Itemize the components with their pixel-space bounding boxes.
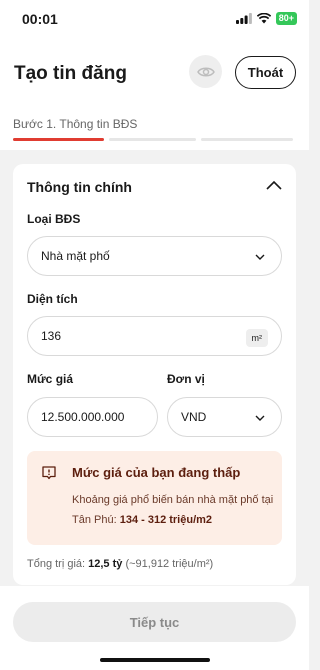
low-price-alert: Mức giá của bạn đang thấp Khoảng giá phổ… <box>27 451 282 545</box>
chevron-up-icon[interactable] <box>266 180 282 190</box>
alert-title: Mức giá của bạn đang thấp <box>72 465 241 480</box>
currency-value: VND <box>181 410 207 424</box>
price-input[interactable]: 12.500.000.000 <box>27 397 158 437</box>
area-input[interactable]: 136 m² <box>27 316 282 356</box>
total-label: Tổng trị giá: <box>27 558 89 570</box>
price-label: Mức giá <box>27 372 74 386</box>
total-amount: 12,5 tỷ <box>88 558 123 570</box>
property-type-label: Loại BĐS <box>27 212 81 226</box>
property-type-select[interactable]: Nhà mặt phố <box>27 236 282 276</box>
total-value: Tổng trị giá: 12,5 tỷ (~91,912 triệu/m²) <box>27 558 213 570</box>
alert-price-range: 134 - 312 triệu/m2 <box>119 514 213 526</box>
chevron-down-icon <box>255 415 265 421</box>
currency-select[interactable]: VND <box>167 397 282 437</box>
status-icons: 80+ <box>235 12 297 25</box>
warning-message-icon <box>42 466 56 480</box>
step-label: Bước 1. Thông tin BĐS <box>13 117 138 131</box>
eye-icon <box>196 67 215 76</box>
preview-button[interactable] <box>189 55 222 88</box>
progress-segment-2 <box>109 138 196 141</box>
chevron-down-icon <box>255 254 265 260</box>
area-unit-badge: m² <box>245 329 268 347</box>
continue-button[interactable]: Tiếp tục <box>13 602 296 642</box>
area-label: Diện tích <box>27 292 78 306</box>
status-bar: 00:01 80+ <box>0 0 309 38</box>
property-type-value: Nhà mặt phố <box>41 249 110 263</box>
status-time: 00:01 <box>22 11 58 27</box>
footer: Tiếp tục <box>0 586 309 670</box>
exit-button[interactable]: Thoát <box>235 56 296 89</box>
currency-label: Đơn vị <box>167 372 205 386</box>
header: Tạo tin đăng Thoát Bước 1. Thông tin BĐS <box>0 38 309 150</box>
main-info-card: Thông tin chính Loại BĐS Nhà mặt phố Diệ… <box>13 164 296 585</box>
home-indicator <box>100 658 210 662</box>
section-title: Thông tin chính <box>27 179 132 195</box>
alert-body: Khoảng giá phổ biến bán nhà mặt phố tại … <box>72 490 277 530</box>
progress-segment-3 <box>201 138 293 141</box>
progress-segment-1 <box>13 138 104 141</box>
battery-icon: 80+ <box>275 12 297 25</box>
signal-icon <box>235 13 252 24</box>
price-value: 12.500.000.000 <box>41 410 125 424</box>
total-detail: (~91,912 triệu/m²) <box>122 558 214 570</box>
area-value: 136 <box>41 329 62 343</box>
page-title: Tạo tin đăng <box>14 63 127 84</box>
wifi-icon <box>256 13 271 24</box>
